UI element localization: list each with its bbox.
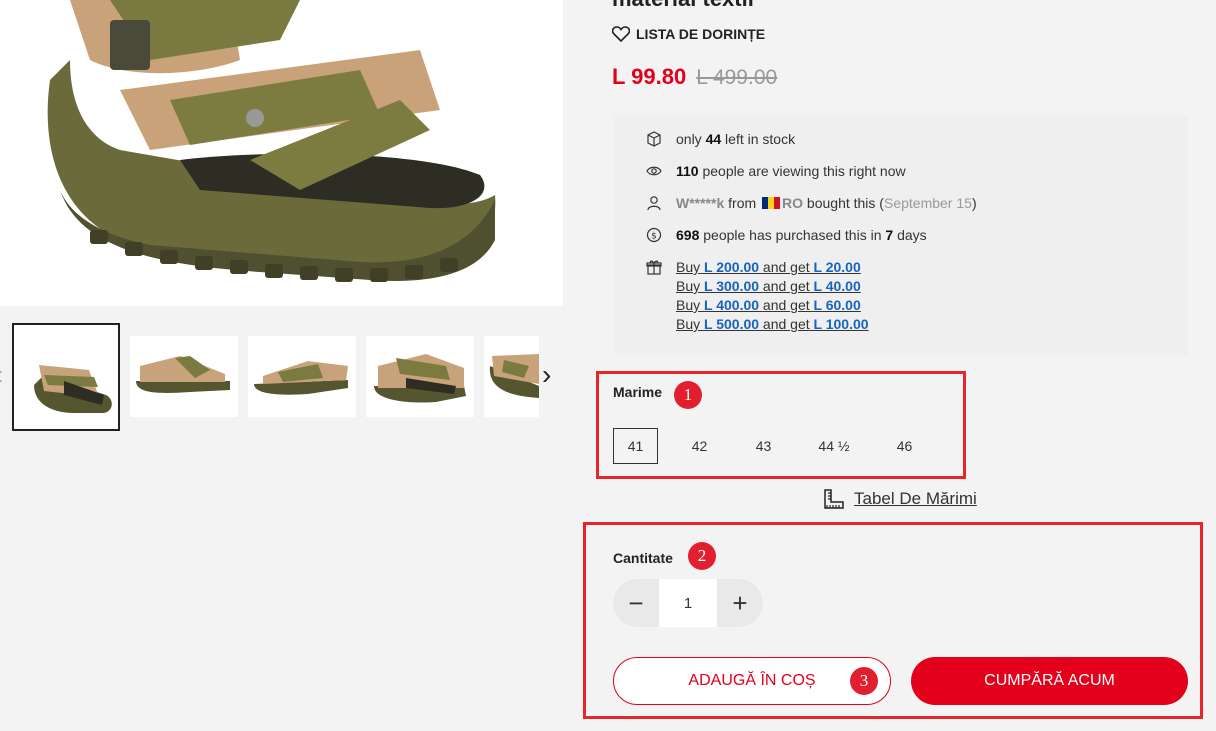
- buy-now-label: CUMPĂRĂ ACUM: [984, 672, 1115, 689]
- thumbnail-3[interactable]: [248, 336, 356, 417]
- quantity-input[interactable]: [659, 579, 717, 627]
- promo-link[interactable]: Buy L 200.00 and get L 20.00: [676, 259, 869, 275]
- quantity-stepper: − +: [613, 579, 763, 627]
- size-chart-link[interactable]: Tabel De Mărimi: [822, 487, 977, 511]
- stock-info: only 44 left in stock: [646, 131, 795, 147]
- promo-link[interactable]: Buy L 400.00 and get L 60.00: [676, 297, 869, 313]
- chevron-left-icon[interactable]: ‹: [0, 361, 3, 389]
- wishlist-label: LISTA DE DORINȚE: [636, 26, 766, 42]
- promo-link[interactable]: Buy L 300.00 and get L 40.00: [676, 278, 869, 294]
- product-info-box: only 44 left in stock 110 people are vie…: [614, 115, 1188, 355]
- ruler-icon: [822, 487, 846, 511]
- promo-link[interactable]: Buy L 500.00 and get L 100.00: [676, 316, 869, 332]
- product-title: material textil: [612, 0, 754, 12]
- increase-quantity-button[interactable]: +: [717, 579, 763, 627]
- size-option[interactable]: 41: [613, 428, 658, 464]
- quantity-label: Cantitate: [613, 550, 673, 566]
- size-option[interactable]: 43: [741, 428, 786, 464]
- recent-purchase-info: W*****k from RO bought this (September 1…: [646, 195, 977, 211]
- thumbnail-strip: ‹: [0, 323, 563, 431]
- chevron-right-icon[interactable]: ›: [542, 361, 551, 389]
- svg-text:$: $: [651, 232, 657, 242]
- romania-flag-icon: [762, 197, 781, 209]
- heart-icon: [611, 26, 631, 43]
- thumbnail-2[interactable]: [130, 336, 238, 417]
- promo-list: Buy L 200.00 and get L 20.00 Buy L 300.0…: [676, 259, 869, 332]
- size-option[interactable]: 46: [882, 428, 927, 464]
- decrease-quantity-button[interactable]: −: [613, 579, 659, 627]
- purchased-info: $ 698 people has purchased this in 7 day…: [646, 227, 927, 243]
- gift-icon: [646, 259, 662, 275]
- thumbnail-1[interactable]: [12, 323, 120, 431]
- thumbnail-5[interactable]: [484, 336, 539, 417]
- add-to-cart-label: ADAUGĂ ÎN COȘ: [688, 672, 816, 689]
- viewing-info: 110 people are viewing this right now: [646, 163, 906, 179]
- promo-info: Buy L 200.00 and get L 20.00 Buy L 300.0…: [646, 259, 869, 332]
- annotation-badge-1: 1: [674, 381, 702, 409]
- wishlist-button[interactable]: LISTA DE DORINȚE: [611, 26, 766, 43]
- size-label: Marime: [613, 384, 663, 400]
- annotation-badge-2: 2: [688, 542, 716, 570]
- eye-icon: [646, 163, 662, 179]
- size-chart-label: Tabel De Mărimi: [854, 489, 977, 508]
- annotation-badge-3: 3: [850, 667, 878, 695]
- old-price: L 499.00: [696, 66, 778, 89]
- user-icon: [646, 195, 662, 211]
- box-icon: [646, 131, 662, 147]
- dollar-coin-icon: $: [646, 227, 662, 243]
- price-block: L 99.80 L 499.00: [612, 64, 777, 90]
- size-option[interactable]: 44 ½: [805, 428, 863, 464]
- size-option[interactable]: 42: [677, 428, 722, 464]
- thumbnail-4[interactable]: [366, 336, 474, 417]
- size-options: 41 42 43 44 ½ 46: [613, 428, 927, 464]
- main-product-image[interactable]: [0, 0, 563, 306]
- current-price: L 99.80: [612, 64, 687, 89]
- buy-now-button[interactable]: CUMPĂRĂ ACUM: [911, 657, 1188, 705]
